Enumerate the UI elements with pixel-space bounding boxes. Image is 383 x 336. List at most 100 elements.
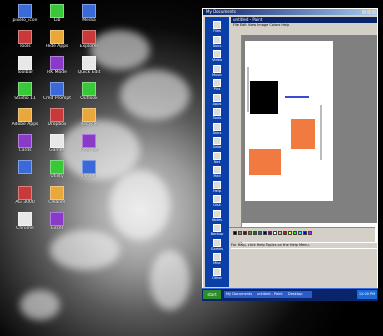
color-swatch[interactable] xyxy=(268,231,272,235)
desktop-icon-label: Toolbar xyxy=(16,70,34,75)
color-swatch[interactable] xyxy=(298,231,302,235)
desktop-icon-label: AG 3000 xyxy=(15,200,35,205)
color-swatch[interactable] xyxy=(238,231,242,235)
window-titlebar[interactable]: My Documents xyxy=(203,9,377,15)
sidebar-item[interactable]: Apps xyxy=(207,93,227,106)
sidebar-item[interactable]: Mail xyxy=(207,166,227,178)
sidebar-item[interactable]: Disk xyxy=(207,195,227,207)
desktop-icon[interactable]: Cleaner xyxy=(40,186,74,205)
sidebar-item[interactable]: Backup xyxy=(207,224,227,236)
desktop-icon[interactable]: Tools xyxy=(8,30,42,49)
desktop-icon-label: Quick Edit xyxy=(77,70,101,75)
taskbar: start My Documents untitled - Paint Desk… xyxy=(202,288,378,301)
desktop-icon[interactable]: Toolbar xyxy=(8,56,42,75)
orange-square-shape xyxy=(291,119,315,149)
desktop-icon[interactable]: AG 3000 xyxy=(8,186,42,205)
color-swatch[interactable] xyxy=(283,231,287,235)
sidebar-item[interactable]: Net xyxy=(207,151,227,164)
desktop-icon-label: Studio 11 xyxy=(14,96,36,101)
desktop-icon[interactable]: Player xyxy=(72,160,106,179)
sidebar-item[interactable]: Games xyxy=(207,238,227,251)
start-button[interactable]: start xyxy=(203,290,221,299)
sidebar-item-label: Other xyxy=(212,275,222,280)
close-icon[interactable] xyxy=(372,10,376,14)
folder-icon xyxy=(213,253,221,261)
taskbar-button[interactable]: untitled - Paint xyxy=(255,291,287,298)
color-swatch[interactable] xyxy=(233,231,237,235)
color-swatch[interactable] xyxy=(293,231,297,235)
color-swatch[interactable] xyxy=(263,231,267,235)
minimize-icon[interactable] xyxy=(362,10,366,14)
sidebar-item[interactable]: Help xyxy=(207,180,227,193)
sidebar-item-label: Backup xyxy=(210,232,224,236)
sidebar-item[interactable]: Docs xyxy=(207,35,227,48)
sidebar-item[interactable]: Data xyxy=(207,137,227,149)
color-swatch[interactable] xyxy=(278,231,282,235)
desktop-icon-label: Chrome xyxy=(16,226,34,231)
folder-icon xyxy=(213,195,221,203)
desktop-icon-grid: pixelo_icon Tools Toolbar Studio 11 Adobe Ap… xyxy=(0,0,200,250)
desktop-icon[interactable]: Hide Apps xyxy=(40,30,74,49)
folder-icon xyxy=(213,79,221,87)
taskbar-button[interactable]: My Documents xyxy=(224,291,256,298)
sidebar-item[interactable]: Video xyxy=(207,50,227,62)
sidebar-item-label: Games xyxy=(210,246,224,251)
sidebar-item-label: Pics xyxy=(213,87,221,91)
dropbox-icon xyxy=(50,108,64,122)
sidebar-item[interactable]: Music xyxy=(207,64,227,77)
desktop-icon-label: Internet xyxy=(80,148,98,153)
color-swatch[interactable] xyxy=(243,231,247,235)
desktop-icon[interactable]: Excel xyxy=(40,212,74,231)
desktop-icon[interactable]: Media xyxy=(72,4,106,23)
color-swatch[interactable] xyxy=(253,231,257,235)
desktop-icon[interactable]: Games xyxy=(40,134,74,153)
sidebar-item[interactable]: Tools xyxy=(207,108,227,120)
desktop-icon[interactable] xyxy=(8,160,42,174)
color-swatch[interactable] xyxy=(248,231,252,235)
color-swatch[interactable] xyxy=(303,231,307,235)
desktop-icon[interactable]: Cards xyxy=(8,134,42,153)
desktop-icon[interactable]: Lib xyxy=(40,4,74,23)
gray-line-shape xyxy=(247,67,249,112)
adobe-icon xyxy=(18,108,32,122)
desktop-icon[interactable]: Utility xyxy=(40,160,74,179)
maximize-icon[interactable] xyxy=(367,10,371,14)
sidebar-item-label: Video xyxy=(212,58,222,62)
desktop-icon[interactable]: Dropbox xyxy=(40,108,74,127)
desktop-icon[interactable]: Adobe Apps xyxy=(8,108,42,127)
desktop-icon-label: Hide Apps xyxy=(45,44,69,49)
desktop-icon[interactable]: pixelo_icon xyxy=(8,4,42,23)
desktop-icon-label: Excel xyxy=(51,226,63,231)
desktop-icon[interactable]: Quick Edit xyxy=(72,56,106,75)
taskbar-button[interactable]: Desktop xyxy=(286,291,312,298)
folder-icon xyxy=(213,180,221,189)
desktop-icon[interactable]: RK Mode xyxy=(40,56,74,75)
desktop-icon-label: Recycle xyxy=(80,122,98,127)
paint-toolbox[interactable] xyxy=(231,35,242,245)
sidebar-item[interactable]: Notes xyxy=(207,209,227,222)
sidebar-item[interactable]: Other xyxy=(207,267,227,280)
sidebar-item[interactable]: Pics xyxy=(207,79,227,91)
color-swatch[interactable] xyxy=(273,231,277,235)
terminal-icon xyxy=(50,82,64,96)
desktop-icon[interactable]: Outlook xyxy=(72,82,106,101)
desktop-icon[interactable]: Chrome xyxy=(8,212,42,231)
sidebar-item[interactable]: Files xyxy=(207,21,227,33)
color-swatch[interactable] xyxy=(308,231,312,235)
sidebar-item[interactable]: Misc xyxy=(207,253,227,265)
app-icon xyxy=(18,4,32,18)
excel-icon xyxy=(50,212,64,226)
color-swatch[interactable] xyxy=(288,231,292,235)
desktop-icon[interactable]: Recycle xyxy=(72,108,106,127)
desktop-icon[interactable]: Explorer xyxy=(72,30,106,49)
tools-icon xyxy=(18,30,32,44)
desktop-icon[interactable]: Internet xyxy=(72,134,106,153)
desktop-icon-label: RK Mode xyxy=(47,70,67,75)
desktop-icon[interactable]: Studio 11 xyxy=(8,82,42,101)
sidebar-item[interactable]: Docs xyxy=(207,122,227,135)
color-palette[interactable] xyxy=(229,227,375,242)
explorer-window[interactable]: My Documents Files Docs Video Music Pics Apps… xyxy=(202,8,378,300)
studio-icon xyxy=(18,82,32,96)
color-swatch[interactable] xyxy=(258,231,262,235)
desktop-icon[interactable]: Cmd Prompt xyxy=(40,82,74,101)
